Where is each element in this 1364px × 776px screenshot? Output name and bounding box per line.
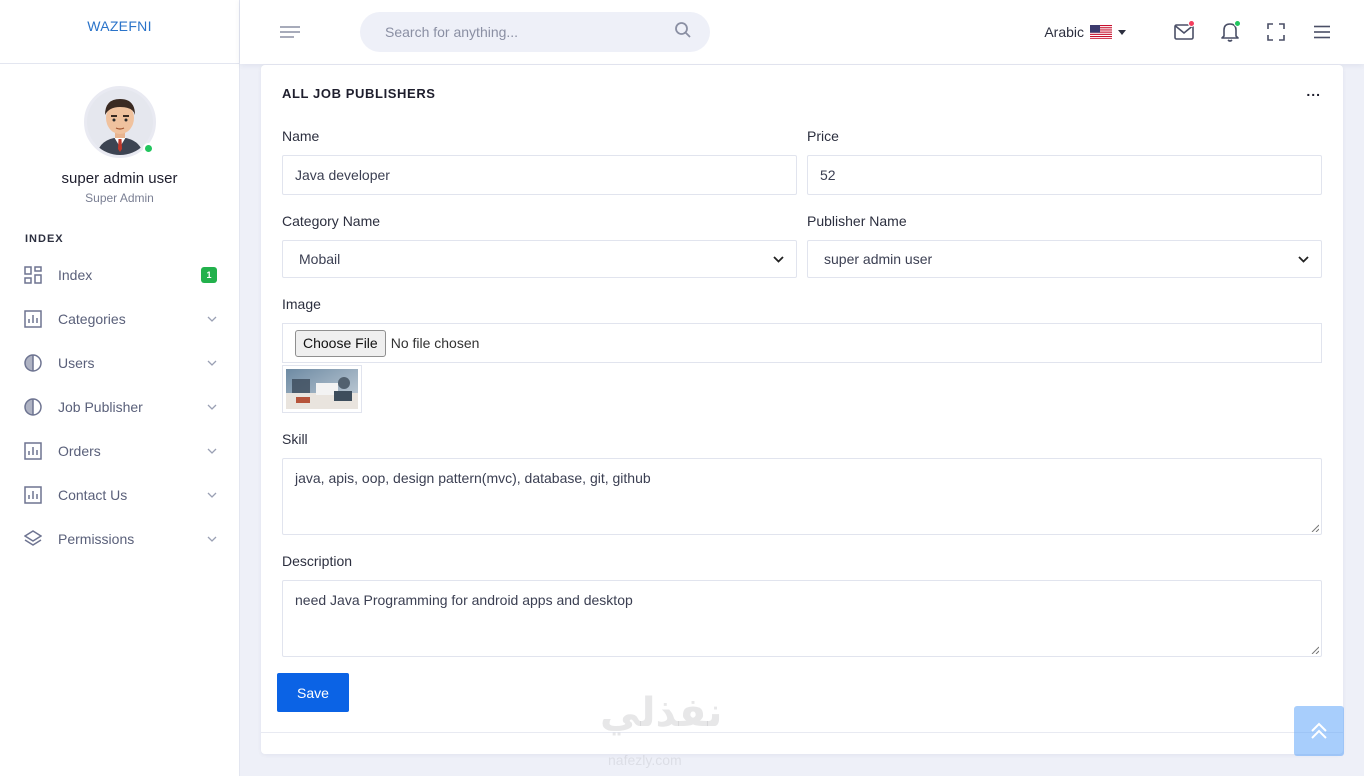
sidebar-item-label: Orders (58, 443, 101, 459)
sidebar-item-orders[interactable]: Orders (0, 429, 239, 473)
pie-icon (24, 354, 42, 372)
chevron-down-icon (207, 402, 217, 413)
skill-textarea[interactable]: java, apis, oop, design pattern(mvc), da… (282, 458, 1322, 535)
card-divider (261, 732, 1343, 733)
chevron-down-icon (207, 314, 217, 325)
online-status-dot (142, 143, 154, 154)
caret-down-icon (1118, 27, 1126, 38)
chart-icon (24, 486, 42, 504)
description-label: Description (282, 553, 353, 569)
publisher-selected-value: super admin user (824, 251, 933, 267)
save-button[interactable]: Save (277, 673, 349, 712)
chevron-down-icon (207, 446, 217, 457)
menu-lines-icon (280, 26, 300, 38)
sidebar-item-categories[interactable]: Categories (0, 297, 239, 341)
description-textarea[interactable]: need Java Programming for android apps a… (282, 580, 1322, 657)
sidebar-item-label: Users (58, 355, 95, 371)
language-selector[interactable]: Arabic (1044, 24, 1126, 40)
sidebar-item-contact-us[interactable]: Contact Us (0, 473, 239, 517)
fullscreen-icon (1267, 23, 1285, 41)
category-label: Category Name (282, 213, 381, 229)
skill-label: Skill (282, 431, 308, 447)
double-chevron-up-icon (1311, 722, 1327, 739)
file-status-text: No file chosen (390, 335, 480, 351)
price-label: Price (807, 128, 839, 144)
dashboard-icon (24, 266, 42, 284)
brand-name[interactable]: WAZEFNI (87, 18, 152, 34)
resize-grip-icon[interactable] (1311, 524, 1319, 532)
chevron-down-icon (207, 490, 217, 501)
choose-file-button[interactable]: Choose File (295, 329, 386, 357)
sidebar-item-label: Contact Us (58, 487, 128, 503)
user-role: Super Admin (85, 191, 154, 205)
image-preview (282, 365, 362, 413)
us-flag-icon (1090, 25, 1112, 39)
job-publisher-form-card: ALL JOB PUBLISHERS ... Name Price Catego… (261, 65, 1343, 754)
search-icon[interactable] (674, 21, 692, 44)
chevron-down-icon (1298, 255, 1309, 263)
messages-button[interactable] (1172, 20, 1196, 44)
chart-icon (24, 442, 42, 460)
fullscreen-button[interactable] (1264, 20, 1288, 44)
user-name: super admin user (61, 170, 178, 187)
chart-icon (24, 310, 42, 328)
watermark: نفذلي (600, 690, 723, 736)
name-input[interactable] (282, 155, 797, 195)
sidebar-item-users[interactable]: Users (0, 341, 239, 385)
search-bar (360, 12, 710, 52)
resize-grip-icon[interactable] (1311, 646, 1319, 654)
sidebar-toggle-button[interactable] (278, 20, 302, 44)
sidebar-item-index[interactable]: Index 1 (0, 253, 239, 297)
sidebar: WAZEFNI super admin user Super Admin IND… (0, 0, 240, 776)
category-select[interactable]: Mobail (282, 240, 797, 278)
name-label: Name (282, 128, 320, 144)
hamburger-icon (1314, 25, 1330, 39)
brand[interactable]: WAZEFNI (0, 0, 239, 64)
watermark-url: nafezly.com (608, 752, 682, 768)
scroll-to-top-button[interactable] (1294, 706, 1344, 756)
image-label: Image (282, 296, 321, 312)
category-selected-value: Mobail (299, 251, 341, 267)
price-input[interactable] (807, 155, 1322, 195)
search-input[interactable] (385, 24, 674, 40)
sidebar-item-label: Permissions (58, 531, 135, 547)
image-file-input: Choose File No file chosen (282, 323, 1322, 363)
sidebar-nav: Index 1 Categories Users Job Publisher O… (0, 253, 239, 561)
nav-section-title: INDEX (25, 233, 64, 245)
menu-button[interactable] (1310, 20, 1334, 44)
top-header: Arabic (240, 0, 1364, 64)
sidebar-item-permissions[interactable]: Permissions (0, 517, 239, 561)
sidebar-item-label: Index (58, 267, 93, 283)
notifications-button[interactable] (1218, 20, 1242, 44)
publisher-label: Publisher Name (807, 213, 907, 229)
bell-notification-dot (1234, 20, 1241, 27)
card-title: ALL JOB PUBLISHERS (282, 86, 436, 101)
mail-notification-dot (1188, 20, 1195, 27)
chevron-down-icon (207, 358, 217, 369)
sidebar-item-label: Job Publisher (58, 399, 143, 415)
header-actions: Arabic (1044, 20, 1334, 44)
index-count-badge: 1 (201, 267, 217, 283)
layers-icon (24, 530, 42, 548)
avatar-wrap (83, 86, 156, 158)
image-thumbnail (286, 369, 358, 409)
sidebar-item-label: Categories (58, 311, 126, 327)
chevron-down-icon (207, 534, 217, 545)
profile: super admin user Super Admin (0, 64, 239, 205)
language-label: Arabic (1044, 24, 1084, 40)
publisher-select[interactable]: super admin user (807, 240, 1322, 278)
chevron-down-icon (773, 255, 784, 263)
pie-icon (24, 398, 42, 416)
more-options-button[interactable]: ... (1306, 83, 1321, 99)
sidebar-item-job-publisher[interactable]: Job Publisher (0, 385, 239, 429)
